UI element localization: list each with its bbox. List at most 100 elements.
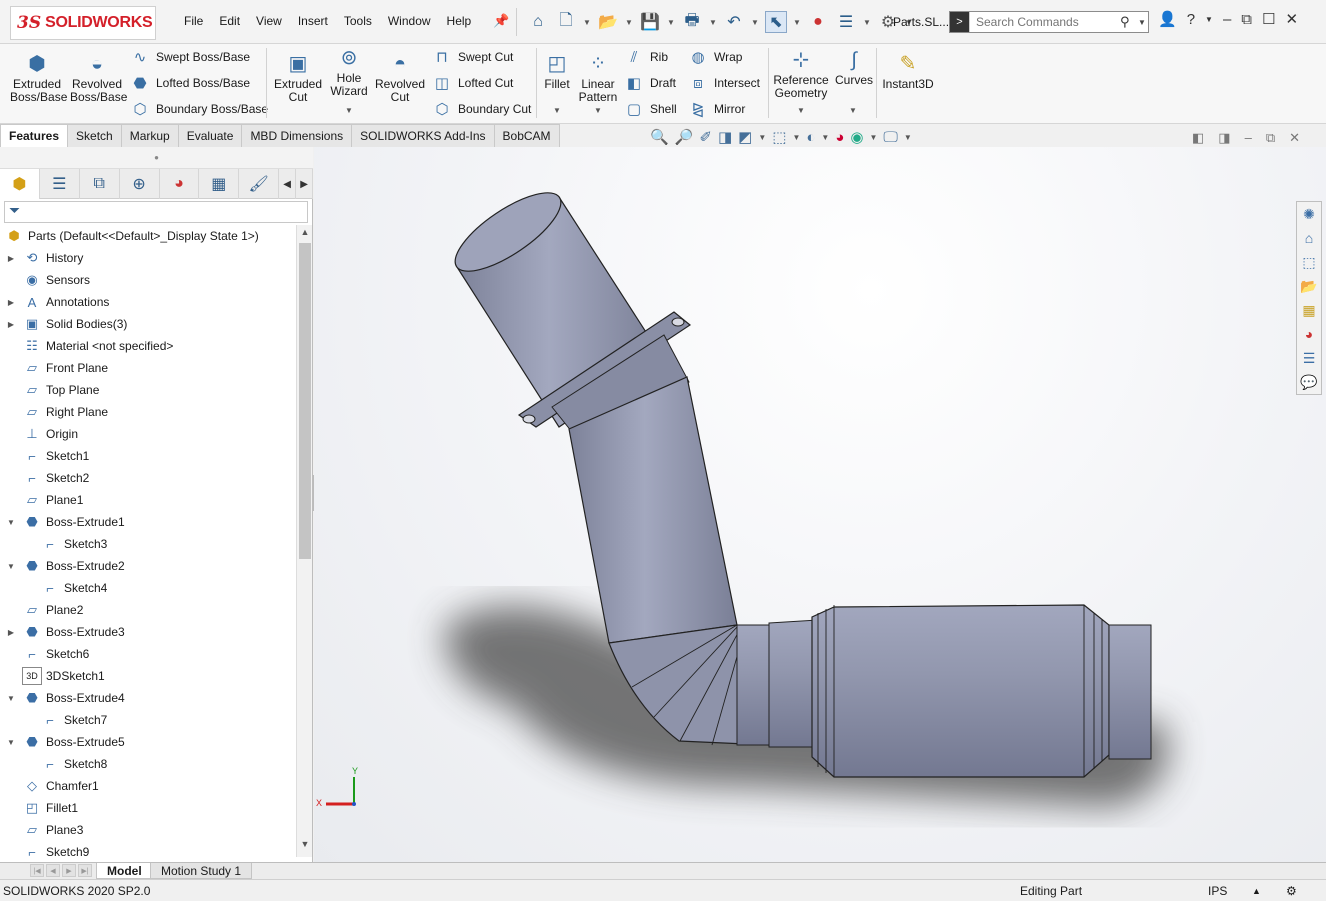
tree-item[interactable]: ▶ A Annotations	[0, 291, 296, 313]
display-manager-tab-icon[interactable]: ◕	[160, 169, 200, 199]
forum-icon[interactable]: 💬	[1297, 370, 1321, 394]
design-library-icon[interactable]: ⬚	[1297, 250, 1321, 274]
menu-edit[interactable]: Edit	[211, 14, 248, 28]
appearance-brush-tab-icon[interactable]: 🖌	[239, 169, 280, 199]
tree-item[interactable]: ☷ Material <not specified>	[0, 335, 296, 357]
edit-appearance-icon[interactable]: ◉	[850, 128, 863, 146]
tree-expand-toggle[interactable]: ▶	[6, 298, 16, 307]
first-tab-icon[interactable]: |◀	[30, 864, 44, 877]
tab-features[interactable]: Features	[0, 124, 69, 147]
tree-item[interactable]: ⌐ Sketch3	[0, 533, 296, 555]
rib-button[interactable]: ⫽ Rib	[624, 48, 668, 66]
tree-item[interactable]: ⌐ Sketch8	[0, 753, 296, 775]
status-units[interactable]: IPS	[1208, 884, 1227, 898]
menu-view[interactable]: View	[248, 14, 290, 28]
hole-wizard-dropdown[interactable]: ▼	[345, 106, 353, 115]
select-cursor-icon[interactable]: ⬉	[765, 11, 787, 33]
tree-item[interactable]: ⌐ Sketch4	[0, 577, 296, 599]
tree-expand-toggle[interactable]: ▶	[6, 254, 16, 263]
mirror-button[interactable]: ⧎ Mirror	[688, 100, 746, 118]
file-properties-icon[interactable]: ☰	[835, 11, 857, 33]
prev-tab-icon[interactable]: ◀	[46, 864, 60, 877]
tree-item[interactable]: ⌐ Sketch9	[0, 841, 296, 858]
tree-item[interactable]: ◉ Sensors	[0, 269, 296, 291]
doc-close-icon[interactable]: ✕	[1289, 130, 1300, 146]
tree-item[interactable]: ▼ ⬣ Boss-Extrude4	[0, 687, 296, 709]
feature-manager-tab-icon[interactable]: ⬢	[0, 169, 40, 199]
lofted-cut-button[interactable]: ◫ Lofted Cut	[432, 74, 513, 92]
dimxpert-manager-tab-icon[interactable]: ⊕	[120, 169, 160, 199]
solidworks-resources-icon[interactable]: ✺	[1297, 202, 1321, 226]
tree-item[interactable]: ▼ ⬣ Boss-Extrude2	[0, 555, 296, 577]
hide-show-items-icon[interactable]: ◕	[835, 129, 844, 146]
close-icon[interactable]: ✕	[1285, 10, 1298, 28]
tree-expand-toggle[interactable]: ▼	[6, 518, 16, 527]
graphics-viewport[interactable]: Y X ✺ ⌂ ⬚ 📂 ▦ ◕ ☰ 💬	[314, 147, 1326, 862]
search-input[interactable]	[972, 15, 1120, 29]
shell-button[interactable]: ▢ Shell	[624, 100, 677, 118]
tree-item[interactable]: ▼ ⬣ Boss-Extrude5	[0, 731, 296, 753]
tree-item[interactable]: ◇ Chamfer1	[0, 775, 296, 797]
save-icon[interactable]: 💾	[639, 11, 661, 33]
maximize-icon[interactable]: ☐	[1262, 10, 1275, 28]
doc-restore-icon[interactable]: ⧉	[1266, 130, 1275, 146]
user-account-icon[interactable]: 👤	[1158, 10, 1177, 28]
new-document-icon[interactable]: 🗋	[555, 11, 577, 33]
linear-pattern-button[interactable]: ⁘ Linear Pattern	[576, 52, 620, 104]
tab-motion-study-1[interactable]: Motion Study 1	[150, 863, 253, 879]
customize-status-icon[interactable]: ⚙	[1286, 884, 1297, 898]
display-style-dropdown[interactable]: ▼	[821, 133, 829, 142]
tree-expand-toggle[interactable]: ▼	[6, 694, 16, 703]
next-tab-icon[interactable]: ▶	[62, 864, 76, 877]
minimize-icon[interactable]: –	[1223, 11, 1231, 28]
tree-item[interactable]: ⬢ Parts (Default<<Default>_Display State …	[0, 225, 296, 247]
revolved-boss-button[interactable]: ◒ Revolved Boss/Base	[70, 52, 127, 104]
panel-grip[interactable]: ●	[0, 147, 313, 169]
help-dropdown-icon[interactable]: ▼	[1205, 15, 1213, 24]
design-library-home-icon[interactable]: ⌂	[1297, 226, 1321, 250]
appearances-icon[interactable]: ◕	[1297, 322, 1321, 346]
tree-item[interactable]: ▶ ⟲ History	[0, 247, 296, 269]
swept-cut-button[interactable]: ⊓ Swept Cut	[432, 48, 513, 66]
panel-right-icon[interactable]: ◨	[1218, 130, 1230, 146]
instant3d-button[interactable]: ✎ Instant3D	[880, 52, 936, 91]
tree-item[interactable]: ▶ ⬣ Boss-Extrude3	[0, 621, 296, 643]
tab-mbd-dimensions[interactable]: MBD Dimensions	[241, 124, 353, 147]
part-model-render[interactable]: Y X	[314, 147, 1326, 862]
hole-wizard-button[interactable]: ⊚ Hole Wizard	[326, 46, 372, 98]
home-icon[interactable]: ⌂	[527, 11, 549, 33]
custom-properties-icon[interactable]: ☰	[1297, 346, 1321, 370]
menu-insert[interactable]: Insert	[290, 14, 336, 28]
units-dropdown-icon[interactable]: ▲	[1252, 886, 1261, 896]
tree-filter-box[interactable]: ⏷	[4, 201, 308, 223]
wrap-button[interactable]: ◍ Wrap	[688, 48, 742, 66]
tree-item[interactable]: ▼ ⬣ Boss-Extrude1	[0, 511, 296, 533]
new-dropdown[interactable]: ▼	[583, 18, 591, 27]
open-folder-icon[interactable]: 📂	[597, 11, 619, 33]
tree-item[interactable]: ◰ Fillet1	[0, 797, 296, 819]
tabs-scroll-left-icon[interactable]: ◀	[279, 169, 297, 199]
configuration-manager-tab-icon[interactable]: ⧉	[80, 169, 120, 199]
lofted-boss-button[interactable]: ⬣ Lofted Boss/Base	[130, 74, 250, 92]
boundary-cut-button[interactable]: ⬡ Boundary Cut	[432, 100, 531, 118]
cam-manager-tab-icon[interactable]: ▦	[199, 169, 240, 199]
help-icon[interactable]: ?	[1187, 11, 1195, 28]
dynamic-annotation-icon[interactable]: ◩	[738, 128, 752, 146]
scroll-down-icon[interactable]: ▼	[297, 839, 313, 855]
fillet-dropdown[interactable]: ▼	[553, 106, 561, 115]
dynamic-annotation-dropdown[interactable]: ▼	[758, 133, 766, 142]
property-manager-tab-icon[interactable]: ☰	[40, 169, 80, 199]
search-icon[interactable]: ⚲	[1120, 14, 1138, 30]
tree-item[interactable]: ⌐ Sketch2	[0, 467, 296, 489]
menu-file[interactable]: File	[176, 14, 211, 28]
tab-model[interactable]: Model	[96, 863, 153, 879]
curves-button[interactable]: ∫ Curves	[834, 48, 874, 87]
linear-pattern-dropdown[interactable]: ▼	[594, 106, 602, 115]
menu-help[interactable]: Help	[439, 14, 480, 28]
tree-item[interactable]: ▱ Plane2	[0, 599, 296, 621]
extruded-cut-button[interactable]: ▣ Extruded Cut	[272, 52, 324, 104]
file-properties-dropdown[interactable]: ▼	[863, 18, 871, 27]
appearance-dropdown[interactable]: ▼	[870, 133, 878, 142]
tree-scrollbar[interactable]: ▲ ▼	[296, 225, 312, 857]
zoom-to-area-icon[interactable]: 🔎	[675, 128, 694, 146]
